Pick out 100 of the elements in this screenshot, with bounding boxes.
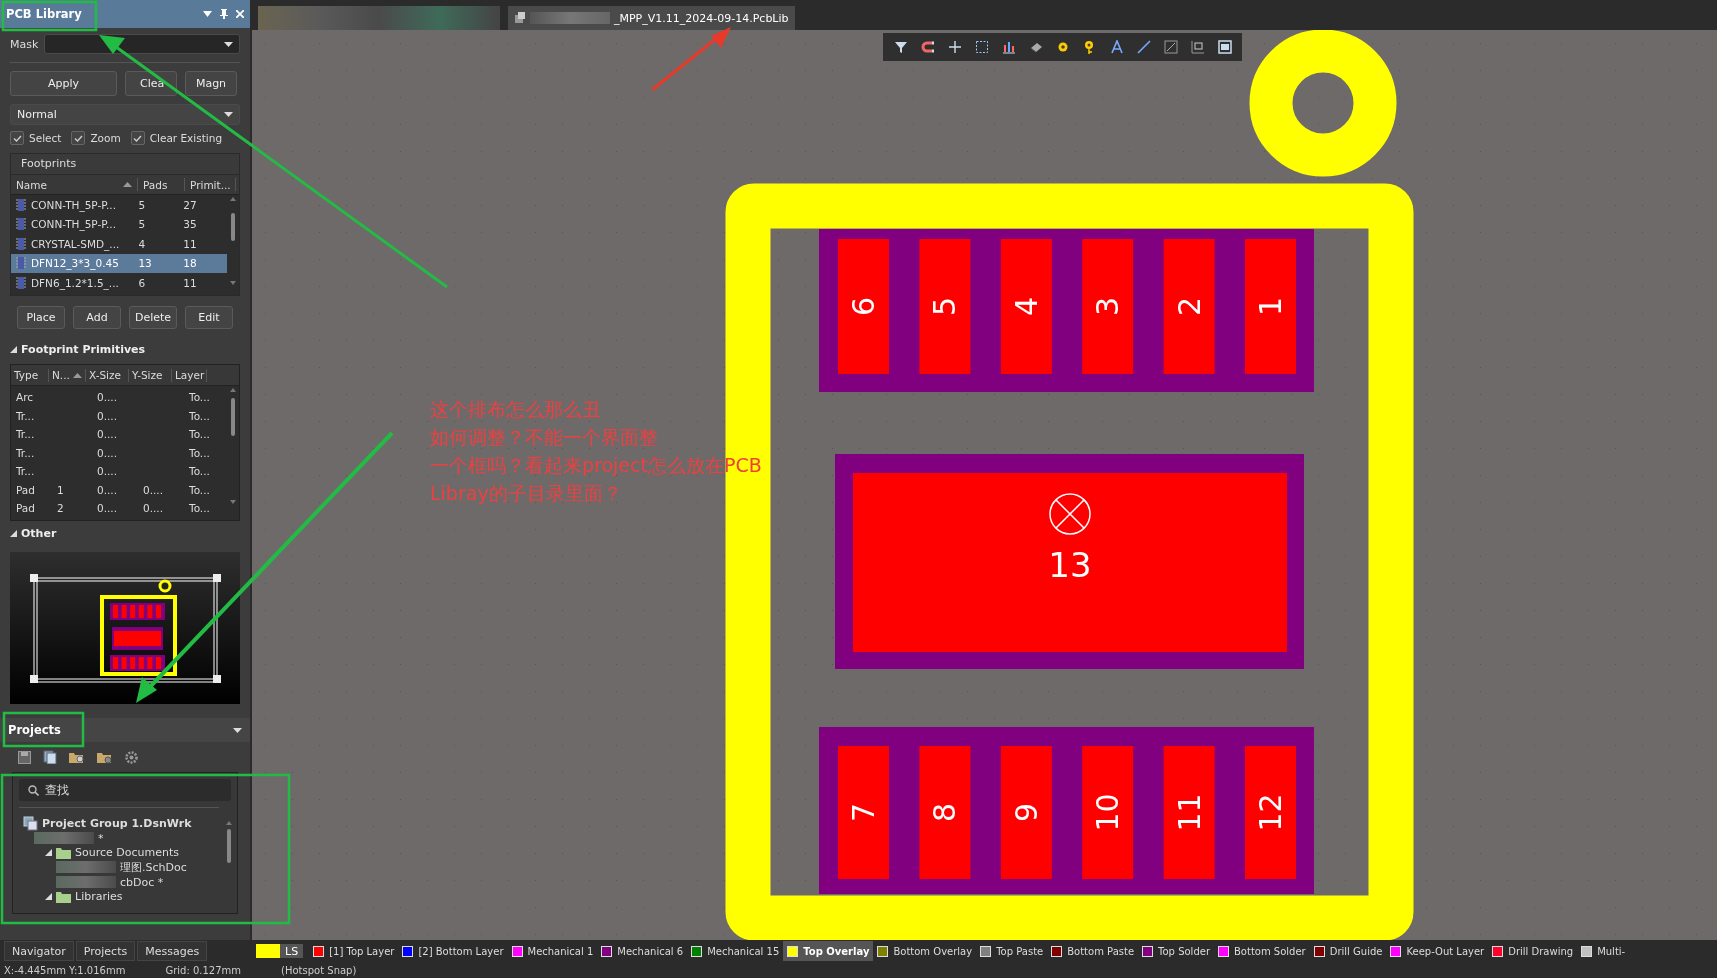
table-cell: 2 xyxy=(57,502,64,515)
checkbox-label: Clear Existing xyxy=(149,132,223,144)
column-header[interactable]: Name xyxy=(11,178,138,191)
search-field[interactable]: 查找 xyxy=(19,779,231,801)
table-cell: To... xyxy=(189,391,210,404)
filter-icon xyxy=(893,40,908,54)
table-cell: 0.... xyxy=(97,428,118,441)
tree-label: Project Group 1.DsnWrk xyxy=(42,816,192,830)
sort-icon xyxy=(123,182,132,187)
table-row[interactable]: CRYSTAL-SMD_... 4 11 xyxy=(11,234,227,254)
column-header[interactable]: Y-Size xyxy=(129,368,172,382)
filter-button[interactable]: Magn xyxy=(185,71,237,96)
panel-tab[interactable]: Projects xyxy=(75,941,136,961)
library-file-icon xyxy=(514,12,526,24)
checkbox[interactable] xyxy=(130,131,145,145)
selection-rect-icon xyxy=(974,40,989,54)
panel-tab[interactable]: Navigator xyxy=(4,941,74,961)
component-icon xyxy=(16,237,26,250)
column-header[interactable]: N... xyxy=(49,368,86,382)
tree-item[interactable]: * xyxy=(19,830,219,846)
layer-set-label: LS xyxy=(284,944,300,958)
pad-number: 5 xyxy=(927,296,963,317)
table-row[interactable]: CONN-TH_5P-P... 5 27 xyxy=(11,195,227,215)
component-icon xyxy=(16,218,26,231)
layer-tab[interactable]: Bottom Paste xyxy=(1047,941,1139,961)
panel-title: PCB Library xyxy=(6,7,82,21)
column-header[interactable]: Primit... xyxy=(185,178,236,191)
table-cell: To... xyxy=(189,446,210,459)
footprint-action-button[interactable]: Delete xyxy=(129,306,177,329)
table-cell: 5 xyxy=(138,198,146,211)
layer-tab[interactable]: Top Solder xyxy=(1138,941,1214,961)
section-title[interactable]: Other xyxy=(21,527,57,540)
table-cell: 0.... xyxy=(97,502,118,515)
current-layer-indicator[interactable]: LS xyxy=(256,944,304,958)
dropdown-icon xyxy=(224,112,233,117)
table-cell: To... xyxy=(189,502,210,515)
table-cell: 13 xyxy=(138,257,152,270)
filter-button[interactable]: Clea xyxy=(125,71,177,96)
checkbox[interactable] xyxy=(10,131,24,145)
settings-icon xyxy=(125,750,138,764)
layer-tab[interactable]: Drill Drawing xyxy=(1488,941,1578,961)
table-row[interactable]: CONN-TH_5P-P... 5 35 xyxy=(11,214,227,234)
layer-tab[interactable]: [1] Top Layer xyxy=(309,941,399,961)
section-title[interactable]: Footprint Primitives xyxy=(21,343,146,356)
pad-number: 6 xyxy=(846,296,881,317)
scrollbar-icon xyxy=(229,386,237,506)
filter-button[interactable]: Apply xyxy=(10,71,117,96)
layer-tab[interactable]: Top Paste xyxy=(976,941,1048,961)
layer-tab[interactable]: Bottom Solder xyxy=(1214,941,1310,961)
chip-icon xyxy=(1028,40,1043,54)
pin-icon xyxy=(220,9,228,19)
table-cell: 0.... xyxy=(143,502,164,515)
mode-dropdown[interactable]: Normal xyxy=(10,104,240,125)
column-header[interactable]: Pads xyxy=(138,178,185,191)
magnet-icon xyxy=(920,40,935,54)
layer-tab[interactable]: [2] Bottom Layer xyxy=(398,941,508,961)
document-tab[interactable]: _MPP_V1.11_2024-09-14.PcbLib xyxy=(508,6,795,30)
layer-tab[interactable]: Drill Guide xyxy=(1309,941,1387,961)
component-icon xyxy=(16,198,26,211)
tree-item[interactable]: cbDoc * xyxy=(19,874,219,890)
table-cell: To... xyxy=(189,409,210,422)
table-cell: 4 xyxy=(138,237,146,250)
tree-label: * xyxy=(98,831,104,845)
tree-item[interactable]: 理图.SchDoc xyxy=(19,860,219,875)
layer-tab[interactable]: Multi- xyxy=(1577,941,1630,961)
tree-label: 理图.SchDoc xyxy=(120,859,187,875)
dropdown-icon xyxy=(224,41,233,47)
checkbox[interactable] xyxy=(71,131,86,145)
table-row[interactable]: DFN12_3*3_0.45 13 18 xyxy=(11,253,227,273)
table-cell: 35 xyxy=(183,218,197,231)
tree-label: Source Documents xyxy=(75,846,179,860)
dimension-icon xyxy=(1163,40,1178,54)
pad-number: 11 xyxy=(1171,793,1207,832)
footprint-action-button[interactable]: Add xyxy=(73,306,121,329)
footprint-action-button[interactable]: Edit xyxy=(185,306,233,329)
checkbox-label: Zoom xyxy=(90,132,121,144)
search-icon xyxy=(28,785,39,796)
layer-tab[interactable]: Mechanical 15 xyxy=(687,941,784,961)
tree-item[interactable]: Libraries xyxy=(19,889,219,905)
table-cell: Arc xyxy=(16,391,34,404)
table-cell: Tr... xyxy=(16,446,35,459)
layer-tab[interactable]: Top Overlay xyxy=(783,941,874,961)
table-cell: 27 xyxy=(183,198,197,211)
layer-tab[interactable]: Mechanical 6 xyxy=(597,941,688,961)
tree-item[interactable]: Source Documents xyxy=(19,845,219,861)
panel-tab[interactable]: Messages xyxy=(137,941,208,961)
table-cell: 0.... xyxy=(97,409,118,422)
tree-item[interactable]: Project Group 1.DsnWrk xyxy=(19,816,219,831)
layer-tab[interactable]: Keep-Out Layer xyxy=(1386,941,1489,961)
layer-tab[interactable]: Bottom Overlay xyxy=(873,941,977,961)
column-header[interactable]: Layer xyxy=(172,368,207,382)
table-row[interactable]: DFN6_1.2*1.5_... 6 11 xyxy=(11,273,227,293)
table-cell: 0.... xyxy=(143,483,164,496)
status-text: X:-4.445mm Y:1.016mm xyxy=(4,964,126,976)
table-cell: 11 xyxy=(183,276,197,289)
column-header[interactable]: Type xyxy=(11,368,49,382)
layer-tab[interactable]: Mechanical 1 xyxy=(507,941,598,961)
mask-field[interactable] xyxy=(44,34,240,54)
column-header[interactable]: X-Size xyxy=(86,368,129,382)
footprint-action-button[interactable]: Place xyxy=(17,306,65,329)
